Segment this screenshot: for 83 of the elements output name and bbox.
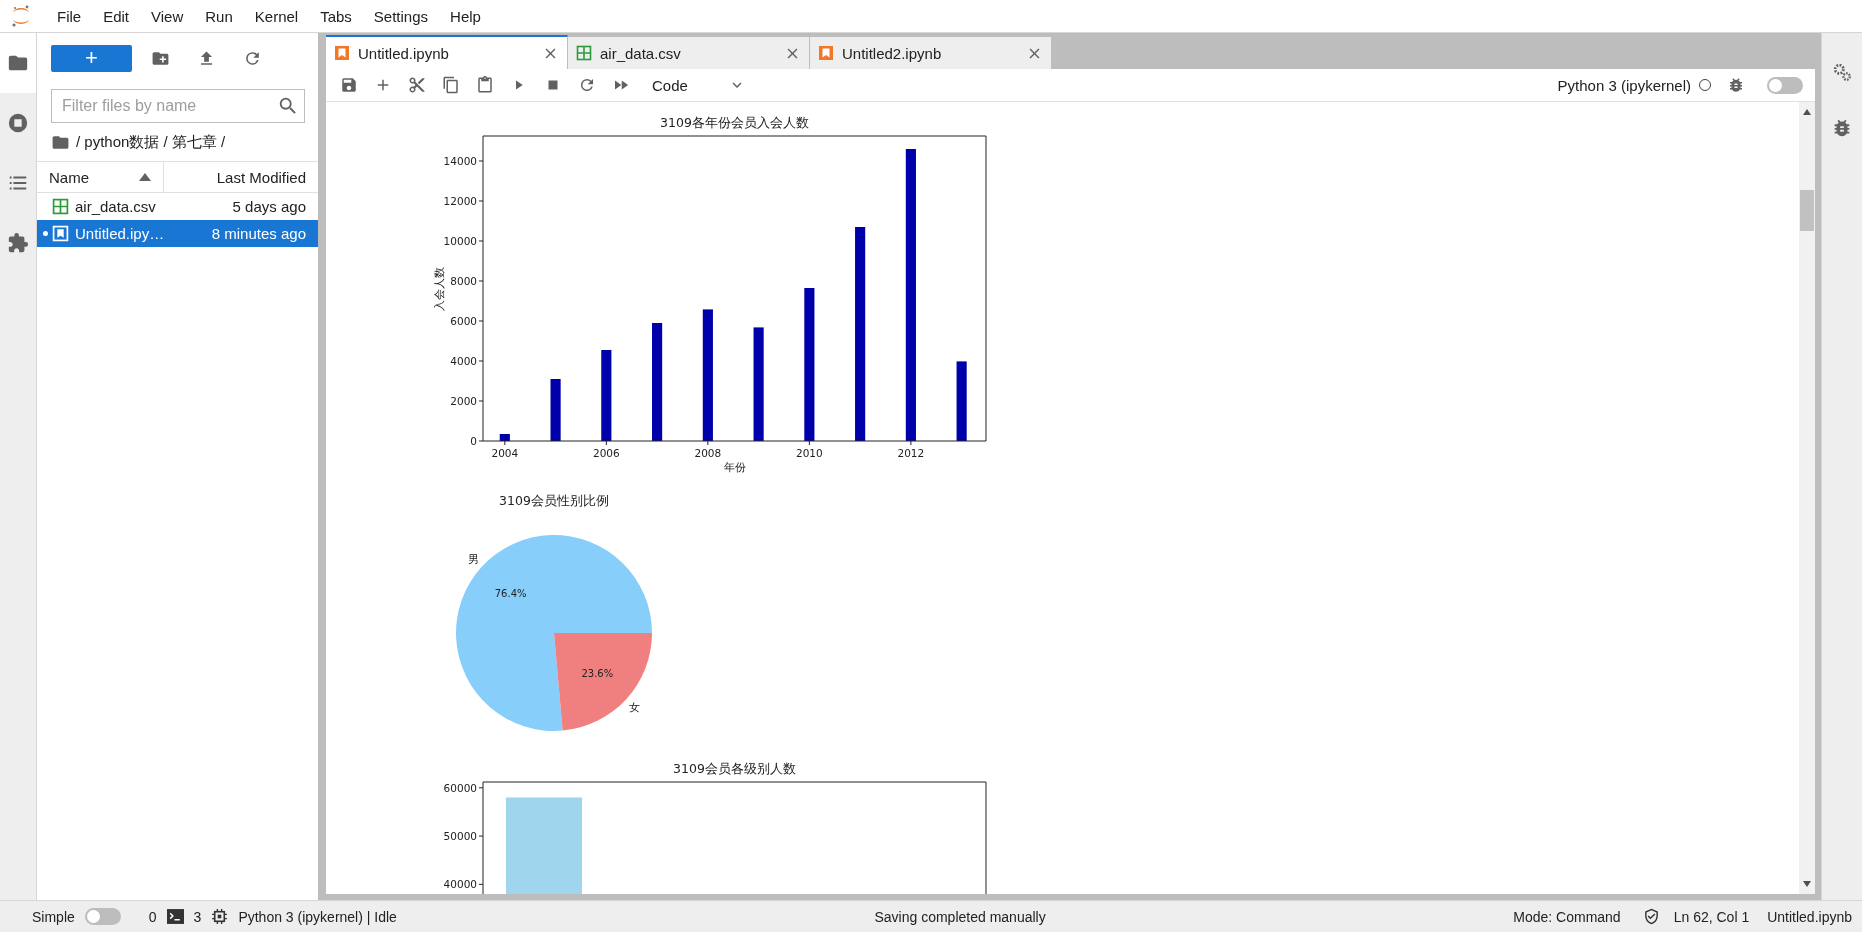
status-message: Saving completed manually bbox=[874, 908, 1046, 925]
file-row[interactable]: air_data.csv 5 days ago bbox=[37, 193, 318, 220]
menu-item[interactable]: Run bbox=[194, 7, 244, 25]
tick-label: 12000 bbox=[443, 195, 477, 207]
document-tab[interactable]: Untitled.ipynb bbox=[326, 35, 568, 69]
menu-item[interactable]: Tabs bbox=[309, 7, 363, 25]
scroll-down-icon[interactable] bbox=[1803, 881, 1811, 887]
chip-icon[interactable] bbox=[211, 908, 229, 925]
slice-label: 女 bbox=[629, 701, 641, 715]
bar bbox=[499, 434, 510, 441]
search-icon[interactable] bbox=[277, 95, 299, 117]
copy-icon[interactable] bbox=[442, 76, 460, 94]
scrollbar[interactable] bbox=[1799, 102, 1815, 894]
axis-label: 入会人数 bbox=[433, 266, 446, 311]
menu-item[interactable]: Help bbox=[439, 7, 492, 25]
simple-mode-toggle[interactable] bbox=[84, 908, 121, 925]
chart-title: 3109各年份会员入会人数 bbox=[660, 115, 809, 130]
tick-label: 2006 bbox=[592, 447, 620, 459]
notebook-icon bbox=[818, 45, 834, 61]
tick-label: 60000 bbox=[443, 781, 477, 794]
spreadsheet-icon bbox=[576, 45, 592, 61]
tick-label: 10000 bbox=[443, 235, 477, 247]
kernel-name[interactable]: Python 3 (ipykernel) bbox=[1557, 76, 1691, 94]
file-name: Untitled.ipy… bbox=[75, 225, 166, 242]
column-header[interactable]: Name bbox=[37, 162, 164, 192]
save-icon[interactable] bbox=[340, 76, 358, 94]
spreadsheet-icon bbox=[52, 198, 69, 215]
tick-label: 2010 bbox=[796, 447, 823, 459]
notebook-mode: Mode: Command bbox=[1513, 908, 1621, 925]
shield-check-icon[interactable] bbox=[1642, 908, 1660, 925]
new-launcher-button[interactable]: + bbox=[51, 44, 132, 72]
tick-label: 8000 bbox=[450, 275, 477, 287]
file-name: air_data.csv bbox=[75, 198, 157, 215]
scroll-up-icon[interactable] bbox=[1803, 109, 1811, 115]
kernel-status[interactable]: Python 3 (ipykernel) | Idle bbox=[238, 908, 397, 925]
tick-label: 14000 bbox=[443, 155, 477, 167]
kernel-count[interactable]: 3 bbox=[193, 908, 202, 925]
tick-label: 40000 bbox=[443, 878, 477, 891]
paste-icon[interactable] bbox=[476, 76, 494, 94]
menu-item[interactable]: View bbox=[140, 7, 195, 25]
menu-item[interactable]: Kernel bbox=[243, 7, 310, 25]
tick-label: 2012 bbox=[897, 447, 925, 459]
slice-label: 男 bbox=[467, 552, 479, 566]
cut-icon[interactable] bbox=[408, 76, 426, 94]
file-modified: 8 minutes ago bbox=[211, 225, 306, 242]
file-row[interactable]: Untitled.ipy… 8 minutes ago bbox=[37, 220, 318, 247]
percent-label: 76.4% bbox=[494, 588, 527, 600]
filter-field[interactable]: Filter files by name bbox=[51, 89, 305, 123]
bar bbox=[550, 379, 561, 441]
bug-icon[interactable] bbox=[1727, 76, 1745, 94]
breadcrumb-path[interactable]: / python数据 / 第七章 / bbox=[76, 132, 226, 152]
percent-label: 23.6% bbox=[581, 667, 614, 679]
tick-label: 50000 bbox=[443, 830, 477, 843]
notebook-icon bbox=[52, 225, 69, 242]
file-modified: 5 days ago bbox=[232, 198, 306, 215]
file-name: Untitled.ipynb bbox=[1767, 908, 1852, 925]
scroll-thumb[interactable] bbox=[1800, 190, 1814, 231]
menu-item[interactable]: Edit bbox=[92, 7, 141, 25]
terminal-icon[interactable] bbox=[166, 908, 184, 925]
tick-label: 2004 bbox=[491, 447, 519, 459]
gears-icon[interactable] bbox=[1831, 61, 1853, 83]
notebook-icon bbox=[334, 45, 350, 61]
tick-label: 2008 bbox=[694, 447, 722, 459]
restart-icon[interactable] bbox=[578, 76, 596, 94]
menu-item[interactable]: Settings bbox=[362, 7, 440, 25]
debugger-toggle[interactable] bbox=[1767, 76, 1803, 94]
tick-label: 4000 bbox=[450, 355, 477, 367]
chart-title: 3109会员各级别人数 bbox=[673, 761, 796, 776]
document-tab[interactable]: air_data.csv bbox=[568, 37, 810, 69]
chart-title: 3109会员性别比例 bbox=[499, 493, 609, 508]
cursor-position[interactable]: Ln 62, Col 1 bbox=[1673, 908, 1750, 925]
document-tab[interactable]: Untitled2.ipynb bbox=[810, 37, 1052, 69]
tick-label: 6000 bbox=[450, 315, 477, 327]
mode-label: Simple bbox=[32, 908, 75, 925]
terminal-count[interactable]: 0 bbox=[148, 908, 157, 925]
tick-label: 0 bbox=[470, 435, 477, 447]
tick-label: 2000 bbox=[450, 395, 477, 407]
menu-item[interactable]: File bbox=[46, 7, 93, 25]
column-header[interactable]: Last Modified bbox=[164, 162, 318, 192]
app-logo bbox=[10, 4, 32, 28]
cell-type-dropdown[interactable]: Code bbox=[652, 76, 746, 94]
puzzle-icon[interactable] bbox=[7, 232, 29, 254]
axis-label: 年份 bbox=[723, 461, 746, 474]
